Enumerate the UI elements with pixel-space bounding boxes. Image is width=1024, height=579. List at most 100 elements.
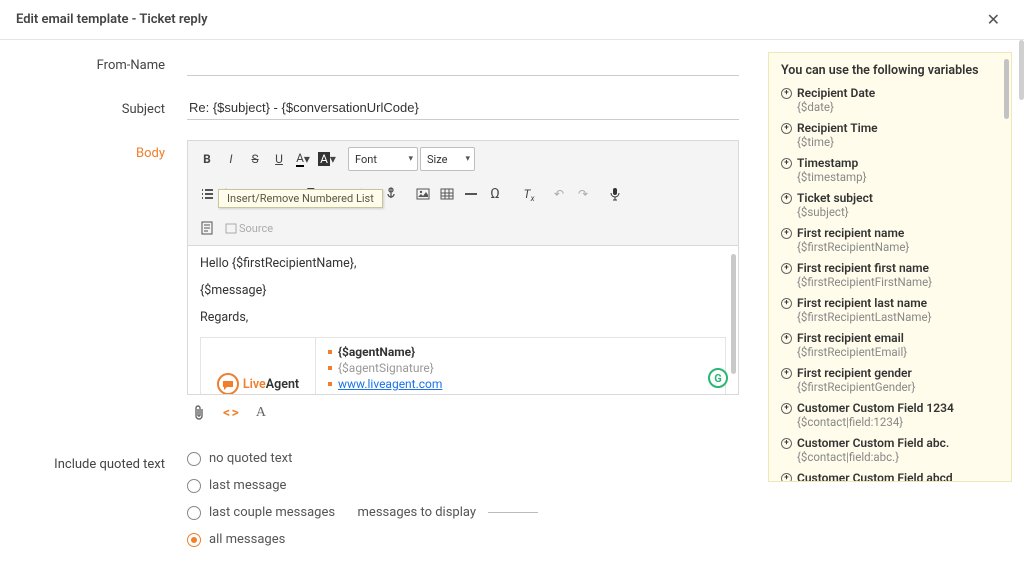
source-button[interactable]: Source — [220, 217, 278, 239]
italic-button[interactable]: I — [220, 148, 242, 170]
variable-item[interactable]: + Customer Custom Field 1234{$contact|fie… — [781, 401, 999, 429]
variable-name: Customer Custom Field 1234 — [797, 401, 954, 415]
quoted-option-last[interactable]: last message — [187, 478, 739, 493]
editor-footer: < > A — [187, 395, 739, 431]
variable-item[interactable]: +First recipient name{$firstRecipientNam… — [781, 226, 999, 254]
strike-button[interactable]: S — [244, 148, 266, 170]
variable-token: {$firstRecipientLastName} — [797, 310, 999, 324]
variable-token: {$timestamp} — [797, 170, 999, 184]
expand-icon: + — [781, 333, 792, 344]
numbered-list-button[interactable] — [196, 183, 218, 205]
dialog-title: Edit email template - Ticket reply — [16, 12, 208, 27]
expand-icon: + — [781, 368, 792, 379]
image-button[interactable] — [412, 183, 434, 205]
expand-icon: + — [781, 403, 792, 414]
variable-item[interactable]: +Ticket subject{$subject} — [781, 191, 999, 219]
quoted-radio-last[interactable] — [187, 479, 201, 493]
variable-name: Customer Custom Field abc. — [797, 436, 949, 450]
grammarly-icon[interactable]: G — [708, 368, 728, 388]
variable-name: First recipient gender — [797, 366, 912, 380]
brand-logo: LiveAgent — [201, 338, 316, 394]
variable-token: {$date} — [797, 100, 999, 114]
brand-text-a: Live — [243, 377, 266, 392]
undo-button[interactable]: ↶ — [548, 183, 570, 205]
variable-item[interactable]: +First recipient email{$firstRecipientEm… — [781, 331, 999, 359]
variable-item[interactable]: +First recipient gender{$firstRecipientG… — [781, 366, 999, 394]
sig-agent-name: {$agentName} — [338, 345, 415, 359]
variable-name: Timestamp — [797, 156, 858, 170]
body-hello-line: Hello {$firstRecipientName}, — [200, 256, 726, 271]
variable-token: {$subject} — [797, 205, 999, 219]
html-toggle-button[interactable]: < > — [223, 405, 238, 421]
quoted-radio-none[interactable] — [187, 452, 201, 466]
variable-item[interactable]: + Recipient Time{$time} — [781, 121, 999, 149]
size-select[interactable]: Size — [420, 147, 475, 171]
variable-item[interactable]: + Timestamp{$timestamp} — [781, 156, 999, 184]
brand-text-b: Agent — [266, 377, 299, 392]
table-button[interactable] — [436, 183, 458, 205]
sig-url[interactable]: www.liveagent.com — [338, 377, 442, 391]
variables-heading: You can use the following variables — [781, 63, 999, 78]
from-name-label: From-Name — [12, 52, 187, 73]
variable-item[interactable]: +Recipient Date{$date} — [781, 86, 999, 114]
variable-token: {$firstRecipientFirstName} — [797, 275, 999, 289]
expand-icon: + — [781, 123, 792, 134]
variable-item[interactable]: +First recipient last name{$firstRecipie… — [781, 296, 999, 324]
messages-count-input[interactable] — [488, 512, 538, 513]
anchor-button[interactable] — [380, 183, 402, 205]
variable-item[interactable]: +Customer Custom Field abcd{$contact|fie… — [781, 471, 999, 482]
from-name-input[interactable] — [187, 52, 739, 76]
hr-button[interactable] — [460, 183, 482, 205]
body-message-line: {$message} — [200, 283, 726, 298]
quoted-radio-all[interactable] — [187, 533, 201, 547]
body-regards-line: Regards, — [200, 310, 726, 325]
close-button[interactable]: ✕ — [979, 6, 1008, 33]
expand-icon: + — [781, 193, 792, 204]
page-scrollbar[interactable] — [1019, 40, 1024, 100]
text-color-button[interactable]: A▾ — [292, 148, 314, 170]
editor-body[interactable]: Hello {$firstRecipientName}, {$message} … — [188, 246, 738, 394]
template-button[interactable] — [196, 217, 218, 239]
variable-item[interactable]: +Customer Custom Field abc.{$contact|fie… — [781, 436, 999, 464]
panel-scrollbar[interactable] — [1004, 59, 1009, 119]
quoted-radio-couple[interactable] — [187, 506, 201, 520]
underline-button[interactable]: U — [268, 148, 290, 170]
expand-icon: + — [781, 228, 792, 239]
subject-input[interactable] — [187, 96, 739, 120]
variable-item[interactable]: +First recipient first name{$firstRecipi… — [781, 261, 999, 289]
quoted-option-all[interactable]: all messages — [187, 532, 739, 547]
quoted-couple-suffix: messages to display — [358, 505, 476, 520]
variable-name: Recipient Time — [797, 121, 878, 135]
variable-name: First recipient last name — [797, 296, 927, 310]
variable-name: First recipient email — [797, 331, 904, 345]
toolbar-tooltip: Insert/Remove Numbered List — [218, 189, 383, 208]
subject-label: Subject — [12, 96, 187, 117]
quoted-option-none[interactable]: no quoted text — [187, 451, 739, 466]
bg-color-button[interactable]: A▾ — [316, 148, 338, 170]
dialog-header: Edit email template - Ticket reply ✕ — [0, 0, 1024, 40]
variable-token: {$firstRecipientName} — [797, 240, 999, 254]
variable-token: {$contact|field:1234} — [797, 415, 999, 429]
variable-token: {$time} — [797, 135, 999, 149]
expand-icon: + — [781, 438, 792, 449]
bold-button[interactable]: B — [196, 148, 218, 170]
variable-name: Customer Custom Field abcd — [797, 471, 953, 482]
redo-button[interactable]: ↷ — [572, 183, 594, 205]
special-char-button[interactable]: Ω — [484, 183, 506, 205]
expand-icon: + — [781, 158, 792, 169]
signature-block: LiveAgent {$agentName} {$agentSignature}… — [200, 337, 726, 394]
chat-icon — [217, 373, 239, 394]
quoted-option-all-label: all messages — [209, 532, 285, 547]
text-format-button[interactable]: A — [256, 405, 266, 421]
include-quoted-label: Include quoted text — [12, 451, 187, 472]
remove-format-button[interactable]: Tx — [516, 183, 538, 205]
mic-button[interactable] — [604, 183, 626, 205]
sig-phone-eu: +421 2 33 456 826 (EU & Worldwide) — [338, 393, 533, 394]
expand-icon: + — [781, 263, 792, 274]
variables-panel: You can use the following variables +Rec… — [768, 52, 1012, 482]
attachment-button[interactable] — [193, 405, 205, 421]
editor-scrollbar[interactable] — [731, 246, 736, 394]
source-button-label: Source — [239, 222, 273, 235]
font-select[interactable]: Font — [348, 147, 418, 171]
quoted-option-couple[interactable]: last couple messages messages to display — [187, 505, 739, 520]
